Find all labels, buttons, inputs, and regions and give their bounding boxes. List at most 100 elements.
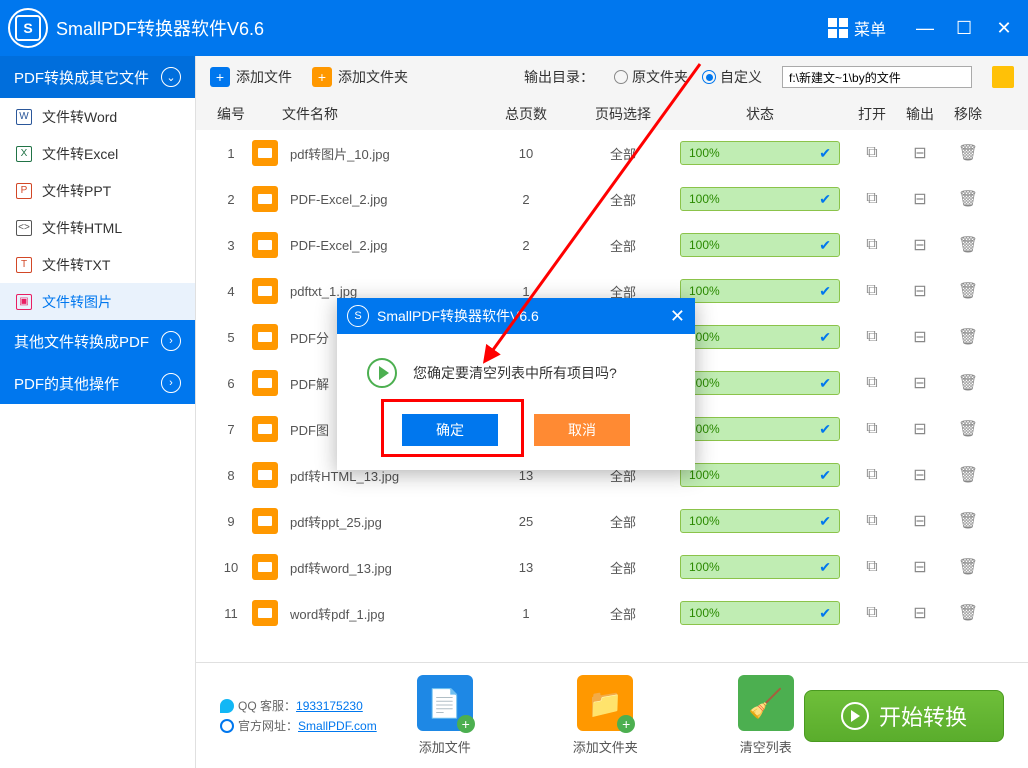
export-icon[interactable]: ⊟: [913, 559, 926, 576]
export-icon[interactable]: ⊟: [913, 375, 926, 392]
sidebar-item-2[interactable]: P文件转PPT: [0, 172, 195, 209]
add-file-big-button[interactable]: 📄+ 添加文件: [417, 675, 473, 756]
output-dir-label: 输出目录：: [524, 67, 594, 87]
check-icon: ✔: [819, 513, 831, 530]
sidebar-item-0[interactable]: W文件转Word: [0, 98, 195, 135]
chevron-down-icon: ⌄: [161, 67, 181, 87]
add-file-button[interactable]: + 添加文件: [210, 67, 292, 87]
maximize-button[interactable]: ☐: [956, 18, 972, 39]
file-type-icon: X: [16, 146, 32, 162]
table-row: 9 pdf转ppt_25.jpg 25 全部 100%✔ ⧉ ⊟ 🗑: [196, 498, 1028, 544]
sidebar-item-5[interactable]: ▣文件转图片: [0, 283, 195, 320]
file-type-icon: P: [16, 183, 32, 199]
export-icon[interactable]: ⊟: [913, 145, 926, 162]
export-icon[interactable]: ⊟: [913, 605, 926, 622]
open-icon[interactable]: ⧉: [866, 190, 877, 207]
qq-link[interactable]: 1933175230: [296, 699, 363, 713]
open-icon[interactable]: ⧉: [866, 420, 877, 437]
image-file-icon: [252, 462, 278, 488]
progress-bar: 100%✔: [680, 233, 840, 257]
open-icon[interactable]: ⧉: [866, 282, 877, 299]
close-button[interactable]: ✕: [996, 18, 1012, 39]
add-folder-button[interactable]: + 添加文件夹: [312, 67, 408, 87]
delete-icon[interactable]: 🗑: [958, 513, 978, 530]
page-range-cell[interactable]: 全部: [574, 604, 672, 623]
folder-icon: 📁+: [577, 675, 633, 731]
radio-source-folder[interactable]: 原文件夹: [614, 67, 688, 87]
clear-list-big-button[interactable]: 🧹 清空列表: [738, 675, 794, 756]
page-range-cell[interactable]: 全部: [574, 144, 672, 163]
add-file-icon: +: [210, 67, 230, 87]
table-row: 3 PDF-Excel_2.jpg 2 全部 100%✔ ⧉ ⊟ 🗑: [196, 222, 1028, 268]
sidebar-category-other-to-pdf[interactable]: 其他文件转换成PDF ›: [0, 320, 195, 362]
export-icon[interactable]: ⊟: [913, 421, 926, 438]
delete-icon[interactable]: 🗑: [958, 283, 978, 300]
output-path-input[interactable]: [782, 66, 972, 88]
image-file-icon: [252, 554, 278, 580]
app-logo-icon: S: [8, 8, 48, 48]
dialog-titlebar: S SmallPDF转换器软件V6.6 ✕: [337, 298, 695, 334]
sidebar-category-pdf-to-other[interactable]: PDF转换成其它文件 ⌄: [0, 56, 195, 98]
check-icon: ✔: [819, 329, 831, 346]
delete-icon[interactable]: 🗑: [958, 467, 978, 484]
radio-custom-folder[interactable]: 自定义: [702, 67, 762, 87]
dialog-cancel-button[interactable]: 取消: [534, 414, 630, 446]
open-icon[interactable]: ⧉: [866, 374, 877, 391]
export-icon[interactable]: ⊟: [913, 513, 926, 530]
table-row: 1 pdf转图片_10.jpg 10 全部 100%✔ ⧉ ⊟ 🗑: [196, 130, 1028, 176]
dialog-close-button[interactable]: ✕: [670, 306, 685, 327]
open-icon[interactable]: ⧉: [866, 144, 877, 161]
minimize-button[interactable]: —: [916, 18, 932, 39]
start-convert-button[interactable]: 开始转换: [804, 690, 1004, 742]
sidebar-item-4[interactable]: T文件转TXT: [0, 246, 195, 283]
image-file-icon: [252, 324, 278, 350]
page-range-cell[interactable]: 全部: [574, 190, 672, 209]
image-file-icon: [252, 232, 278, 258]
export-icon[interactable]: ⊟: [913, 329, 926, 346]
sidebar-category-pdf-ops[interactable]: PDF的其他操作 ›: [0, 362, 195, 404]
progress-bar: 100%✔: [680, 141, 840, 165]
delete-icon[interactable]: 🗑: [958, 375, 978, 392]
delete-icon[interactable]: 🗑: [958, 145, 978, 162]
dialog-ok-button[interactable]: 确定: [402, 414, 498, 446]
delete-icon[interactable]: 🗑: [958, 191, 978, 208]
sidebar-item-3[interactable]: <>文件转HTML: [0, 209, 195, 246]
file-type-icon: W: [16, 109, 32, 125]
delete-icon[interactable]: 🗑: [958, 605, 978, 622]
page-range-cell[interactable]: 全部: [574, 512, 672, 531]
export-icon[interactable]: ⊟: [913, 237, 926, 254]
progress-bar: 100%✔: [680, 463, 840, 487]
open-icon[interactable]: ⧉: [866, 558, 877, 575]
page-range-cell[interactable]: 全部: [574, 558, 672, 577]
app-logo-icon: S: [347, 305, 369, 327]
export-icon[interactable]: ⊟: [913, 467, 926, 484]
menu-button[interactable]: 菜单: [828, 16, 886, 40]
add-folder-big-button[interactable]: 📁+ 添加文件夹: [573, 675, 638, 756]
image-file-icon: [252, 186, 278, 212]
page-range-cell[interactable]: 全部: [574, 236, 672, 255]
delete-icon[interactable]: 🗑: [958, 559, 978, 576]
open-icon[interactable]: ⧉: [866, 512, 877, 529]
delete-icon[interactable]: 🗑: [958, 329, 978, 346]
open-icon[interactable]: ⧉: [866, 236, 877, 253]
open-icon[interactable]: ⧉: [866, 466, 877, 483]
delete-icon[interactable]: 🗑: [958, 421, 978, 438]
delete-icon[interactable]: 🗑: [958, 237, 978, 254]
export-icon[interactable]: ⊟: [913, 191, 926, 208]
check-icon: ✔: [819, 559, 831, 576]
website-link[interactable]: SmallPDF.com: [298, 719, 377, 733]
check-icon: ✔: [819, 283, 831, 300]
open-icon[interactable]: ⧉: [866, 328, 877, 345]
sidebar-item-1[interactable]: X文件转Excel: [0, 135, 195, 172]
browse-folder-button[interactable]: [992, 66, 1014, 88]
bottombar: QQ 客服：1933175230 官方网址：SmallPDF.com 📄+ 添加…: [196, 662, 1028, 768]
progress-bar: 100%✔: [680, 509, 840, 533]
broom-icon: 🧹: [738, 675, 794, 731]
check-icon: ✔: [819, 237, 831, 254]
progress-bar: 100%✔: [680, 279, 840, 303]
globe-icon: [220, 719, 234, 733]
progress-bar: 100%✔: [680, 325, 840, 349]
export-icon[interactable]: ⊟: [913, 283, 926, 300]
open-icon[interactable]: ⧉: [866, 604, 877, 621]
menu-label: 菜单: [854, 16, 886, 40]
